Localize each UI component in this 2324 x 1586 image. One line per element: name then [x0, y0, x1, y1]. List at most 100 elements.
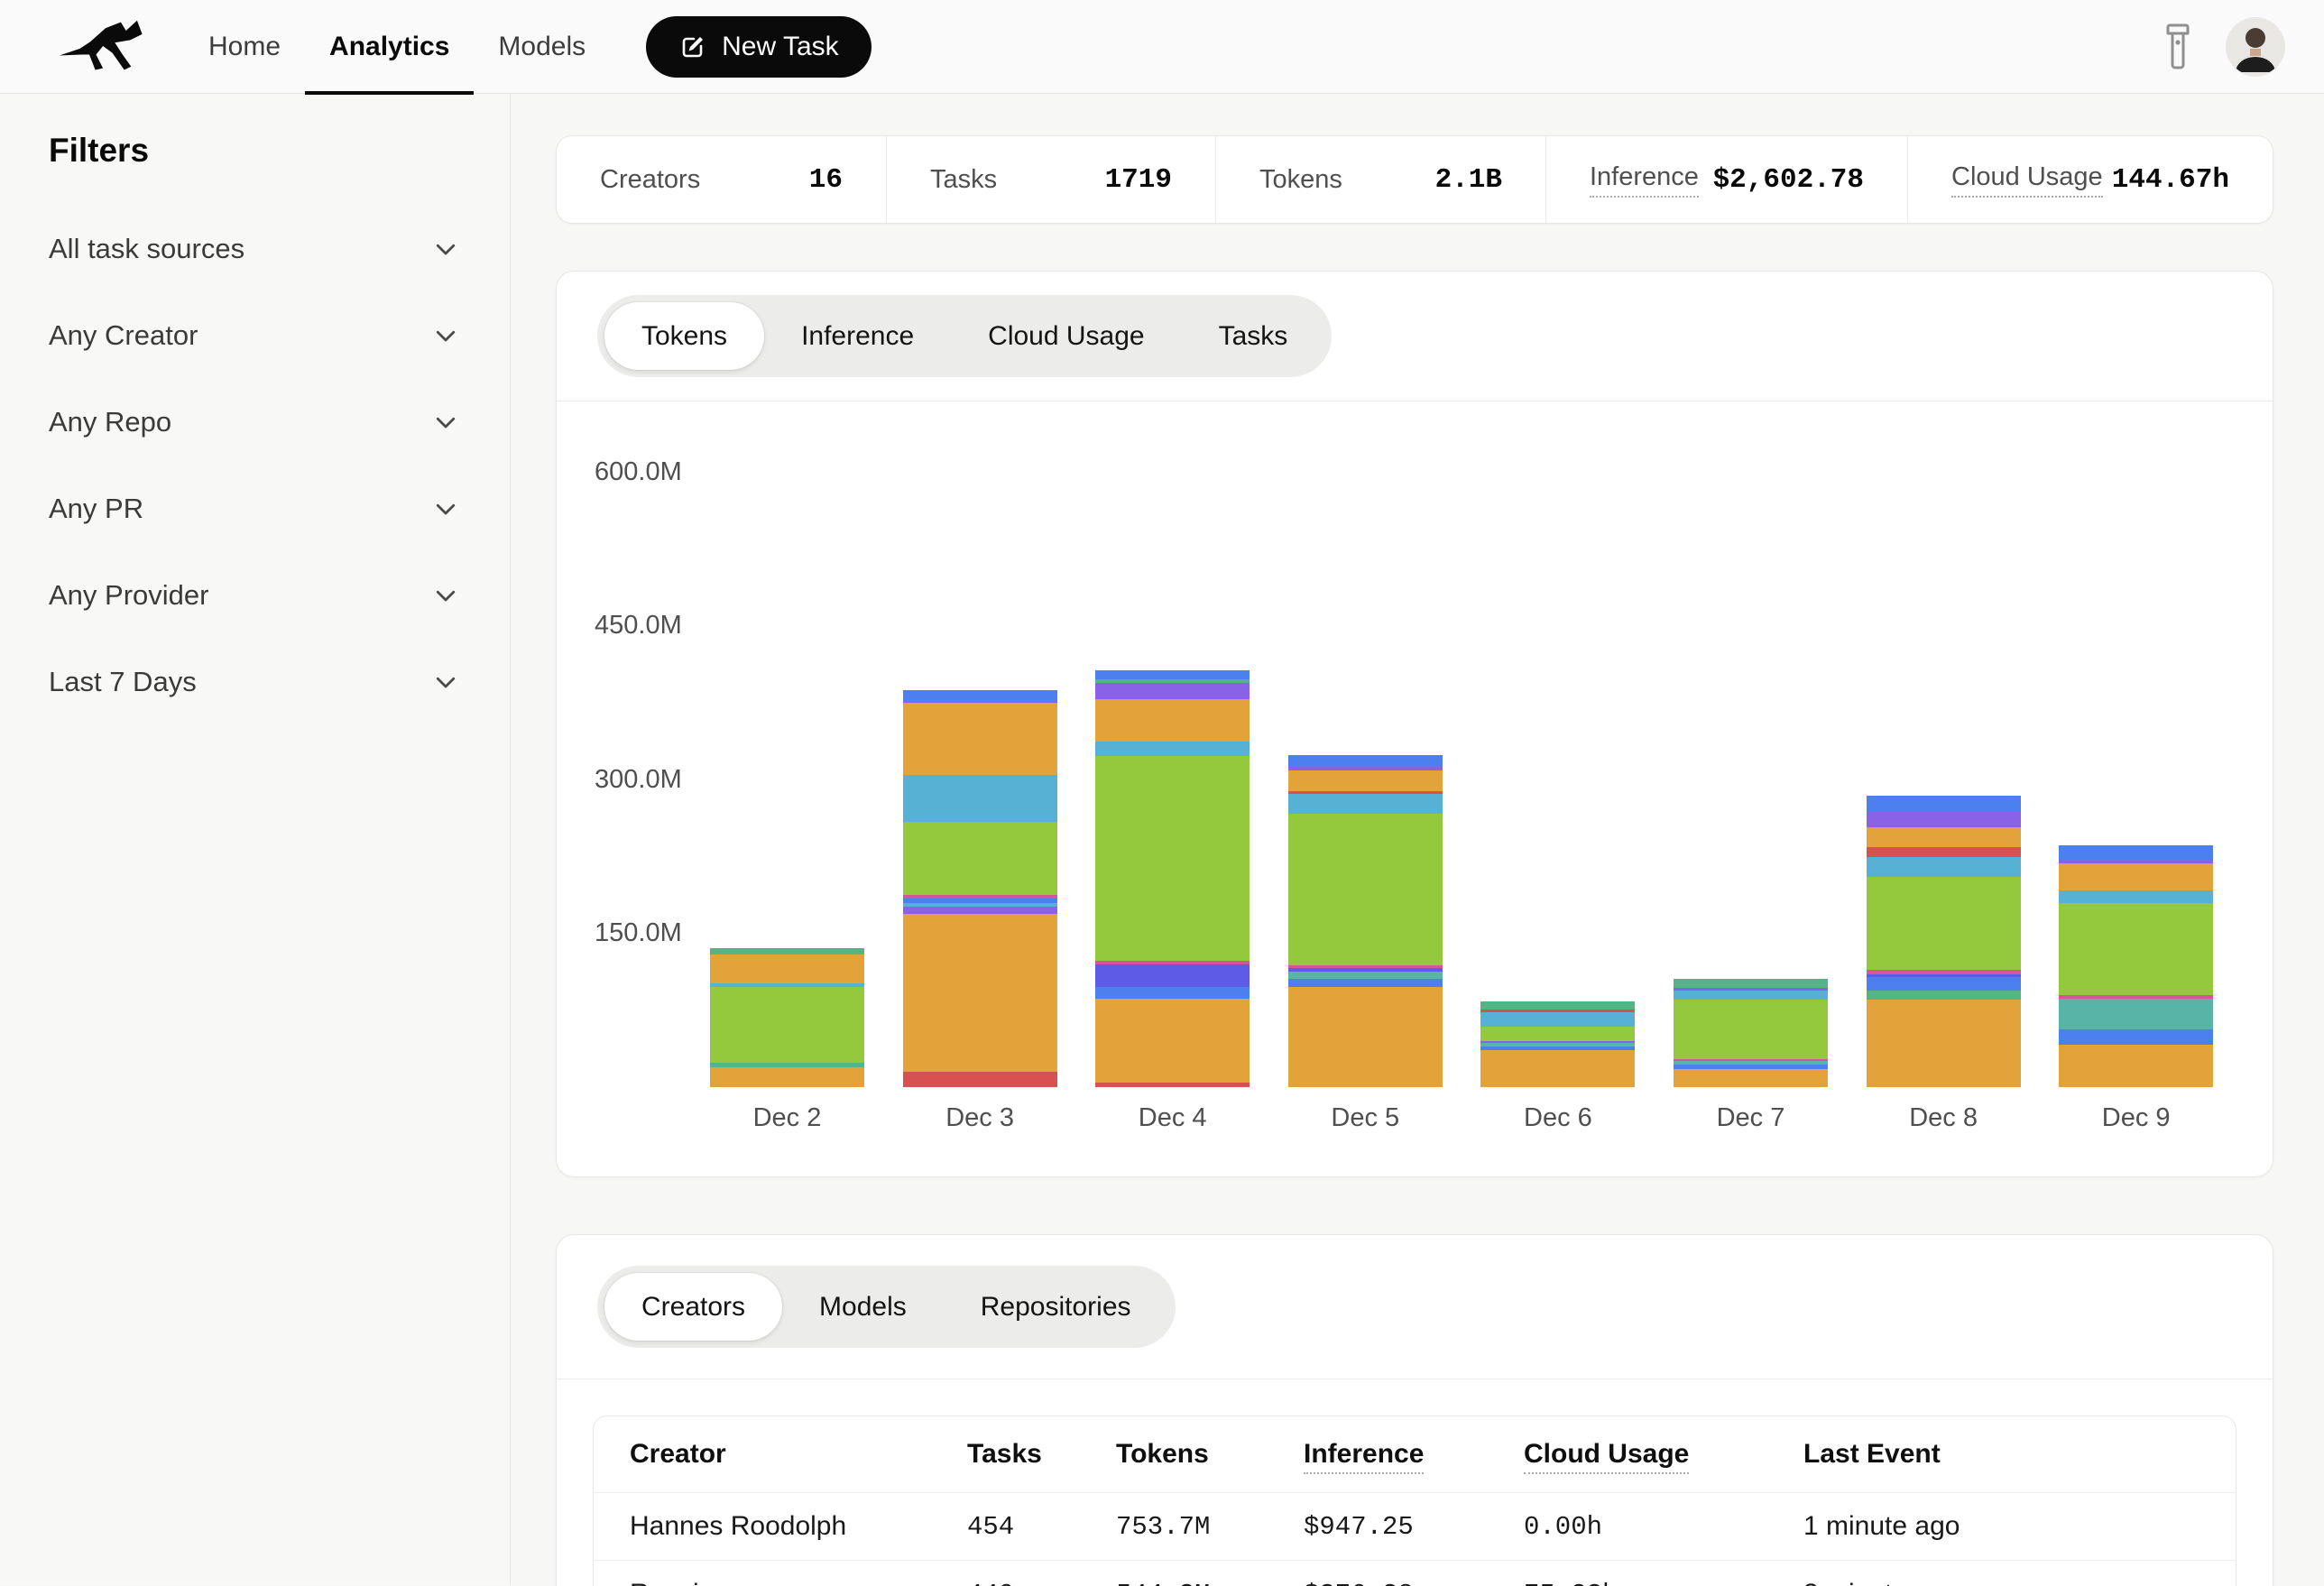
new-task-button[interactable]: New Task: [646, 16, 872, 78]
bar-segment-red: [1095, 1083, 1250, 1087]
table-tab-models[interactable]: Models: [782, 1273, 944, 1341]
bar-segment-sky: [1480, 1012, 1635, 1027]
breakdown-card: CreatorsModelsRepositories CreatorTasksT…: [556, 1234, 2273, 1586]
bar-segment-sky: [903, 775, 1057, 822]
x-axis-label: Dec 8: [1867, 1103, 2021, 1133]
stat-label[interactable]: Cloud Usage: [1951, 162, 2103, 198]
bar-segment-sky: [1095, 742, 1250, 756]
filter-any-creator[interactable]: Any Creator: [49, 292, 459, 379]
bar-segment-teal: [710, 948, 864, 954]
bar-segment-royal: [2059, 1029, 2213, 1045]
col-header-tokens: Tokens: [1116, 1416, 1304, 1493]
stat-label: Tokens: [1259, 165, 1342, 195]
filters-sidebar: Filters All task sourcesAny CreatorAny R…: [0, 94, 511, 1585]
bar-segment-green: [1674, 1000, 1828, 1059]
chart-tab-cloud-usage[interactable]: Cloud Usage: [951, 302, 1181, 370]
filter-any-pr[interactable]: Any PR: [49, 466, 459, 552]
bar-dec-4[interactable]: [1095, 670, 1250, 1087]
filter-any-provider[interactable]: Any Provider: [49, 552, 459, 639]
chevron-down-icon: [432, 495, 459, 522]
filter-any-repo[interactable]: Any Repo: [49, 379, 459, 466]
bar-segment-royal: [1095, 987, 1250, 1000]
flashlight-icon[interactable]: [2162, 22, 2194, 72]
x-axis-label: Dec 6: [1480, 1103, 1635, 1133]
kangaroo-logo[interactable]: [58, 14, 152, 79]
top-nav: HomeAnalyticsModels New Task: [0, 0, 2324, 94]
last-event-cell: 1 minute ago: [1803, 1493, 2236, 1561]
x-axis-label: Dec 4: [1095, 1103, 1250, 1133]
breakdown-card-header: CreatorsModelsRepositories: [557, 1235, 2273, 1379]
bar-segment-orange: [1095, 999, 1250, 1083]
bar-segment-orange: [1674, 1069, 1828, 1087]
table-tab-repositories[interactable]: Repositories: [944, 1273, 1168, 1341]
bar-segment-orange: [710, 954, 864, 983]
col-header-inference: Inference: [1304, 1416, 1524, 1493]
chart-card: TokensInferenceCloud UsageTasks 150.0M30…: [556, 271, 2273, 1177]
edit-icon: [678, 32, 707, 61]
col-header-label[interactable]: Cloud Usage: [1524, 1439, 1689, 1474]
bar-segment-royal: [1867, 796, 2021, 812]
bar-segment-orange: [903, 703, 1057, 775]
bar-dec-9[interactable]: [2059, 845, 2213, 1087]
sidebar-filter-list: All task sourcesAny CreatorAny RepoAny P…: [49, 206, 459, 725]
bar-segment-orange: [1095, 699, 1250, 742]
chart-tab-inference[interactable]: Inference: [764, 302, 951, 370]
bar-segment-orange: [1288, 987, 1443, 1087]
bar-segment-green: [1480, 1027, 1635, 1041]
bar-segment-orange: [1867, 827, 2021, 847]
bar-segment-orange: [1867, 1000, 2021, 1087]
bar-dec-6[interactable]: [1480, 1001, 1635, 1087]
filter-label: Any Provider: [49, 579, 208, 612]
nav-links: HomeAnalyticsModels: [184, 0, 610, 94]
stat-value: 16: [809, 164, 843, 196]
nav-link-home[interactable]: Home: [184, 0, 305, 94]
stat-label[interactable]: Inference: [1590, 162, 1699, 198]
bar-dec-8[interactable]: [1867, 796, 2021, 1087]
nav-link-analytics[interactable]: Analytics: [305, 0, 474, 94]
bar-dec-3[interactable]: [903, 690, 1057, 1087]
bar-segment-indigo: [1095, 964, 1250, 987]
table-row[interactable]: Hannes Roodolph454753.7M$947.250.00h1 mi…: [594, 1493, 2236, 1561]
table-tab-creators[interactable]: Creators: [604, 1273, 782, 1341]
y-axis-tick: 450.0M: [595, 610, 682, 641]
bar-segment-green: [1867, 877, 2021, 970]
creators-table-wrap: CreatorTasksTokensInferenceCloud UsageLa…: [557, 1379, 2273, 1586]
inference-cell: $947.25: [1304, 1493, 1524, 1561]
col-header-tasks: Tasks: [967, 1416, 1116, 1493]
bar-dec-7[interactable]: [1674, 979, 1828, 1087]
stat-creators: Creators16: [557, 136, 886, 223]
bar-segment-seafoam: [1288, 972, 1443, 979]
table-header-row: CreatorTasksTokensInferenceCloud UsageLa…: [594, 1416, 2236, 1493]
filter-all-task-sources[interactable]: All task sources: [49, 206, 459, 292]
bar-dec-2[interactable]: [710, 948, 864, 1087]
bar-segment-teal: [1480, 1001, 1635, 1010]
cloud-usage-cell: 75.23h: [1524, 1561, 1803, 1586]
bar-segment-royal: [1867, 977, 2021, 991]
chevron-down-icon: [432, 322, 459, 349]
bar-segment-teal: [1674, 979, 1828, 988]
bar-segment-green: [903, 822, 1057, 895]
user-avatar[interactable]: [2227, 18, 2284, 76]
main-content: Creators16Tasks1719Tokens2.1BInference$2…: [511, 94, 2324, 1585]
stat-cloud-usage: Cloud Usage144.67h: [1907, 136, 2273, 223]
chart-tab-tokens[interactable]: Tokens: [604, 302, 764, 370]
bar-segment-red: [903, 1072, 1057, 1087]
tasks-cell: 440: [967, 1561, 1116, 1586]
table-row[interactable]: Rooviewer440544.3M$376.2875.23h3 minutes…: [594, 1561, 2236, 1586]
chevron-down-icon: [432, 409, 459, 436]
x-axis-label: Dec 7: [1674, 1103, 1828, 1133]
stat-value: 2.1B: [1435, 164, 1502, 196]
y-axis-tick: 600.0M: [595, 456, 682, 487]
avatar-photo: [2227, 18, 2284, 76]
chevron-down-icon: [432, 235, 459, 263]
bar-segment-sky: [1867, 857, 2021, 877]
col-header-label[interactable]: Inference: [1304, 1439, 1424, 1474]
bar-dec-5[interactable]: [1288, 755, 1443, 1087]
stat-tasks: Tasks1719: [886, 136, 1215, 223]
filter-last-7-days[interactable]: Last 7 Days: [49, 639, 459, 725]
bar-segment-sky: [1288, 794, 1443, 814]
col-header-label: Tasks: [967, 1439, 1042, 1469]
chart-tab-tasks[interactable]: Tasks: [1182, 302, 1325, 370]
nav-link-models[interactable]: Models: [474, 0, 610, 94]
x-axis-label: Dec 3: [903, 1103, 1057, 1133]
